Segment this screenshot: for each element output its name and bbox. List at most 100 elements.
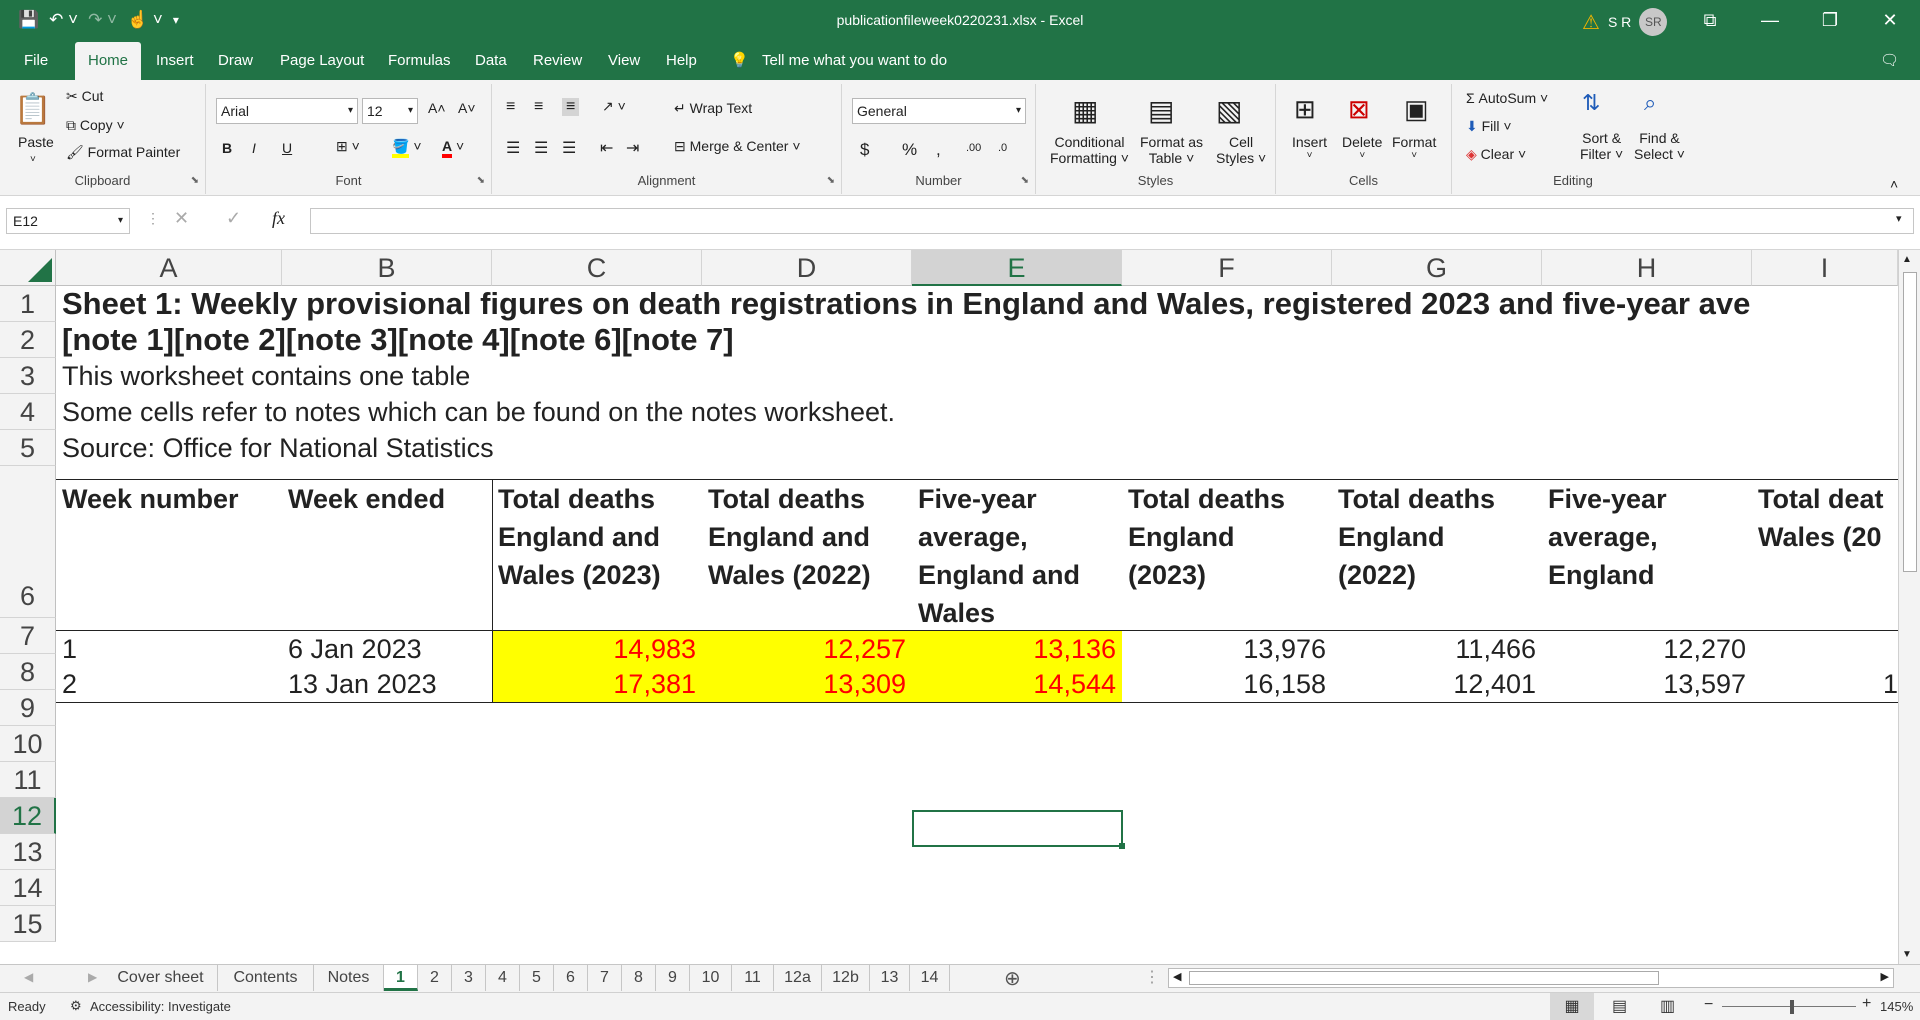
- row-header[interactable]: 14: [0, 870, 56, 906]
- data-cell[interactable]: 13,136: [912, 631, 1116, 667]
- sheet-tab[interactable]: 2: [418, 965, 452, 991]
- sheet-tab-active[interactable]: 1: [384, 965, 418, 991]
- tab-draw[interactable]: Draw: [218, 42, 253, 80]
- column-heading[interactable]: Total deat Wales (20: [1758, 480, 1898, 556]
- page-break-view-icon[interactable]: ▥: [1660, 996, 1675, 1016]
- column-header-b[interactable]: B: [282, 250, 492, 286]
- cell-styles-button[interactable]: Cell Styles ˅: [1216, 134, 1266, 166]
- paste-icon[interactable]: 📋: [14, 92, 51, 127]
- tab-insert[interactable]: Insert: [156, 42, 194, 80]
- zoom-out-icon[interactable]: −: [1704, 996, 1713, 1014]
- sheet-tab[interactable]: 6: [554, 965, 588, 991]
- number-format-combo[interactable]: General ▾: [852, 98, 1026, 124]
- dialog-launcher-icon[interactable]: ⬊: [477, 175, 485, 186]
- row-header[interactable]: 10: [0, 726, 56, 762]
- data-cell[interactable]: 16,158: [1122, 666, 1326, 702]
- column-header-h[interactable]: H: [1542, 250, 1752, 286]
- merge-center-button[interactable]: ⊟ Merge & Center ˅: [674, 138, 801, 155]
- font-name-combo[interactable]: Arial ▾: [216, 98, 358, 124]
- enter-icon[interactable]: ✓: [226, 208, 241, 229]
- row-header[interactable]: 2: [0, 322, 56, 358]
- sheet-tab[interactable]: 14: [910, 965, 950, 991]
- info-line[interactable]: This worksheet contains one table: [62, 358, 470, 394]
- normal-view-icon[interactable]: ▦: [1550, 993, 1594, 1020]
- column-header-d[interactable]: D: [702, 250, 912, 286]
- cancel-icon[interactable]: ✕: [174, 208, 189, 229]
- grow-font-button[interactable]: A˄: [428, 100, 446, 116]
- row-header[interactable]: 9: [0, 690, 56, 726]
- wrap-text-button[interactable]: ↵ Wrap Text: [674, 100, 752, 117]
- increase-decimal-button[interactable]: .00: [966, 142, 981, 154]
- autosum-button[interactable]: Σ AutoSum ˅: [1466, 90, 1548, 106]
- column-heading[interactable]: Week number: [62, 480, 239, 518]
- sheet-title[interactable]: Sheet 1: Weekly provisional figures on d…: [62, 286, 1750, 322]
- delete-cells-button[interactable]: Delete ˅: [1342, 134, 1382, 161]
- week-number-cell[interactable]: 2: [62, 666, 77, 702]
- format-cells-button[interactable]: Format ˅: [1392, 134, 1436, 161]
- column-header-e[interactable]: E: [912, 250, 1122, 286]
- row-header[interactable]: 13: [0, 834, 56, 870]
- row-header[interactable]: 6: [0, 466, 56, 618]
- data-cell[interactable]: 13,597: [1542, 666, 1746, 702]
- sheet-tab[interactable]: 10: [690, 965, 732, 991]
- split-handle-icon[interactable]: ⋮: [1144, 967, 1160, 987]
- fill-handle[interactable]: [1119, 843, 1125, 849]
- scroll-left-icon[interactable]: ◀: [1173, 970, 1181, 983]
- scroll-down-icon[interactable]: ▼: [1902, 949, 1912, 960]
- sheet-tab[interactable]: Contents: [218, 965, 314, 991]
- info-line[interactable]: Some cells refer to notes which can be f…: [62, 394, 895, 430]
- week-ended-cell[interactable]: 13 Jan 2023: [288, 666, 437, 702]
- vertical-scrollbar[interactable]: ▲ ▼: [1898, 250, 1920, 964]
- sheet-tab[interactable]: 3: [452, 965, 486, 991]
- increase-indent-icon[interactable]: ⇥: [626, 138, 639, 158]
- paste-chevron-icon[interactable]: ˅: [30, 154, 36, 165]
- row-header[interactable]: 7: [0, 618, 56, 654]
- minimize-button[interactable]: —: [1740, 0, 1800, 40]
- sheet-tab[interactable]: Notes: [314, 965, 384, 991]
- column-heading[interactable]: Total deaths England (2023): [1128, 480, 1285, 594]
- align-left-icon[interactable]: ☰: [506, 138, 520, 158]
- comments-icon[interactable]: 🗨: [1880, 42, 1899, 80]
- clear-button[interactable]: ◈ Clear ˅: [1466, 146, 1526, 163]
- row-header[interactable]: 4: [0, 394, 56, 430]
- top-align-icon[interactable]: ≡: [506, 98, 515, 116]
- week-number-cell[interactable]: 1: [62, 631, 77, 667]
- column-header-g[interactable]: G: [1332, 250, 1542, 286]
- decrease-indent-icon[interactable]: ⇤: [600, 138, 613, 158]
- horizontal-scrollbar[interactable]: ◀ ▶: [1168, 968, 1894, 988]
- tab-review[interactable]: Review: [533, 42, 582, 80]
- column-heading[interactable]: Week ended: [288, 480, 445, 518]
- formula-input[interactable]: [310, 208, 1914, 234]
- paste-button[interactable]: Paste: [18, 134, 54, 150]
- sheet-tab[interactable]: 8: [622, 965, 656, 991]
- column-heading[interactable]: Total deaths England and Wales (2023): [498, 480, 661, 594]
- data-cell[interactable]: 14,544: [912, 666, 1116, 702]
- align-right-icon[interactable]: ☰: [562, 138, 576, 158]
- sort-filter-button[interactable]: Sort & Filter ˅: [1580, 130, 1623, 162]
- column-header-a[interactable]: A: [56, 250, 282, 286]
- middle-align-icon[interactable]: ≡: [534, 98, 543, 116]
- row-header[interactable]: 5: [0, 430, 56, 466]
- dialog-launcher-icon[interactable]: ⬊: [827, 175, 835, 186]
- align-center-icon[interactable]: ☰: [534, 138, 548, 158]
- tab-help[interactable]: Help: [666, 42, 697, 80]
- sheet-tab[interactable]: 12b: [822, 965, 870, 991]
- sheet-tab[interactable]: 7: [588, 965, 622, 991]
- source-line[interactable]: Source: Office for National Statistics: [62, 430, 494, 466]
- dialog-launcher-icon[interactable]: ⬊: [191, 175, 199, 186]
- currency-button[interactable]: $: [860, 140, 869, 160]
- expand-formula-icon[interactable]: ▾: [1896, 212, 1902, 225]
- page-layout-view-icon[interactable]: ▤: [1612, 996, 1627, 1016]
- restore-button[interactable]: ❐: [1800, 0, 1860, 40]
- collapse-ribbon-icon[interactable]: ˄: [1890, 176, 1898, 192]
- row-header[interactable]: 15: [0, 906, 56, 942]
- sheet-tab[interactable]: 9: [656, 965, 690, 991]
- ribbon-display-icon[interactable]: ⧉: [1680, 0, 1740, 40]
- data-cell[interactable]: 11,466: [1332, 631, 1536, 667]
- zoom-level[interactable]: 145%: [1880, 999, 1913, 1014]
- format-as-table-button[interactable]: Format as Table ˅: [1140, 134, 1203, 166]
- underline-button[interactable]: U: [282, 140, 292, 156]
- next-sheet-icon[interactable]: ▶: [88, 970, 97, 984]
- column-heading[interactable]: Five-year average, England: [1548, 480, 1667, 594]
- find-select-button[interactable]: Find & Select ˅: [1634, 130, 1685, 162]
